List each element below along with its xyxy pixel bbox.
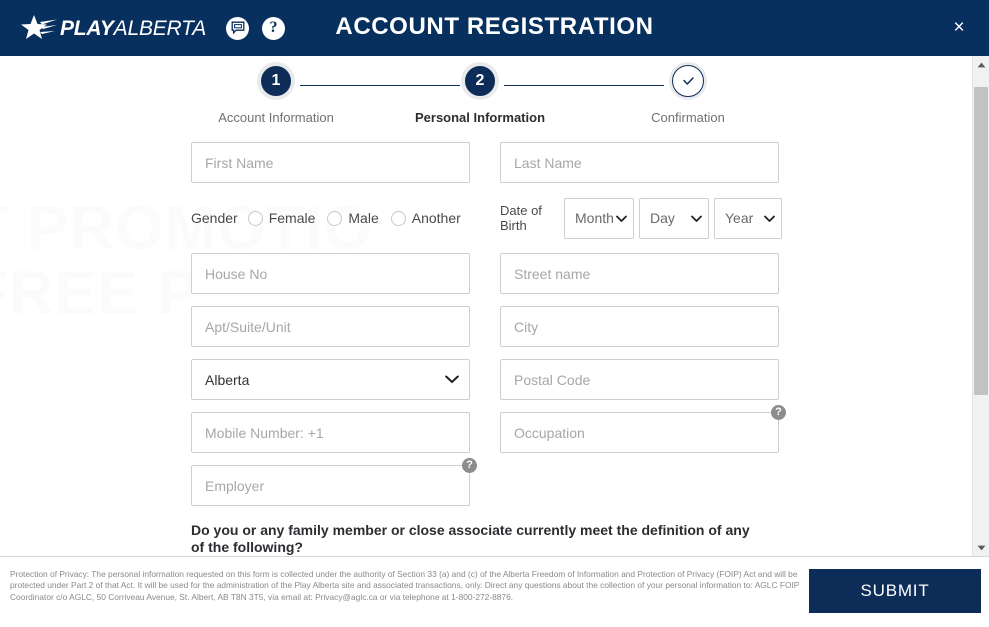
apt-city-row <box>191 306 791 347</box>
apt-suite-unit-input[interactable] <box>191 306 470 347</box>
gender-dob-row: Gender Female Male Another Date of Birth… <box>191 195 791 241</box>
modal-header: PLAYALBERTA ? ACCOUNT REGISTRATION × <box>0 0 989 56</box>
step-personal-information[interactable]: 2 Personal Information <box>400 62 560 125</box>
radio-icon <box>327 210 343 226</box>
province-postal-row: Alberta <box>191 359 791 400</box>
name-row <box>191 142 791 183</box>
chat-bubble-icon[interactable] <box>226 16 250 40</box>
brand-wordmark: PLAYALBERTA <box>60 18 206 39</box>
house-no-input[interactable] <box>191 253 470 294</box>
modal-footer: Protection of Privacy: The personal info… <box>0 556 989 627</box>
modal-body: T PROMOTIO FREE P 1 Account Information … <box>0 56 972 556</box>
first-name-input[interactable] <box>191 142 470 183</box>
step-3-label: Confirmation <box>651 110 725 125</box>
close-icon[interactable]: × <box>947 17 971 41</box>
occupation-help-icon[interactable]: ? <box>771 405 786 420</box>
radio-icon <box>390 210 406 226</box>
dob-day-select[interactable]: Day <box>639 197 709 239</box>
scroll-down-arrow-icon[interactable] <box>973 539 989 556</box>
playalberta-logo[interactable]: PLAYALBERTA <box>14 0 206 56</box>
step-1-circle: 1 <box>257 62 295 100</box>
gender-label: Gender <box>191 210 238 226</box>
vertical-scrollbar[interactable] <box>972 56 989 556</box>
step-2-number: 2 <box>475 72 485 89</box>
star-logo-icon <box>14 13 58 43</box>
step-2-label: Personal Information <box>414 110 546 125</box>
step-2-circle: 2 <box>461 62 499 100</box>
checkmark-icon <box>672 65 704 97</box>
brand-play: PLAY <box>60 16 114 40</box>
street-row <box>191 253 791 294</box>
help-icon-glyph: ? <box>269 19 278 36</box>
step-3-circle <box>669 62 707 100</box>
scrollbar-thumb[interactable] <box>974 87 988 395</box>
postal-code-input[interactable] <box>500 359 779 400</box>
province-select[interactable]: Alberta <box>191 359 470 400</box>
province-select-wrap: Alberta <box>191 359 470 400</box>
help-icon[interactable]: ? <box>262 16 286 40</box>
step-confirmation[interactable]: Confirmation <box>608 62 768 125</box>
date-of-birth-label: Date of Birth <box>500 203 542 233</box>
step-1-label: Account Information <box>218 110 334 125</box>
gender-radio-male[interactable]: Male <box>327 210 379 226</box>
gender-radio-another[interactable]: Another <box>390 210 461 226</box>
gender-option-label: Male <box>348 210 379 226</box>
privacy-notice: Protection of Privacy: The personal info… <box>10 569 800 602</box>
dob-year-value: Year <box>725 210 754 226</box>
dob-month-select[interactable]: Month <box>564 197 634 239</box>
account-registration-modal: PLAYALBERTA ? ACCOUNT REGISTRATION × T P… <box>0 0 989 627</box>
personal-information-form: Gender Female Male Another <box>191 142 791 556</box>
step-1-number: 1 <box>271 72 281 89</box>
mobile-occupation-row: ? <box>191 405 791 453</box>
gender-option-label: Another <box>411 210 461 226</box>
mobile-number-input[interactable] <box>191 412 470 453</box>
step-account-information[interactable]: 1 Account Information <box>196 62 356 125</box>
submit-button[interactable]: SUBMIT <box>809 569 981 613</box>
last-name-input[interactable] <box>500 142 779 183</box>
chevron-down-icon <box>764 210 775 226</box>
peps-question-label: Do you or any family member or close ass… <box>191 522 750 555</box>
dob-day-value: Day <box>650 210 675 226</box>
employer-row: ? <box>191 458 791 506</box>
street-name-input[interactable] <box>500 253 779 294</box>
gender-option-label: Female <box>268 210 316 226</box>
employer-input[interactable] <box>191 465 470 506</box>
chevron-down-icon <box>691 210 702 226</box>
gender-group: Gender Female Male Another <box>191 195 470 241</box>
radio-icon <box>247 210 263 226</box>
chevron-down-icon <box>616 210 627 226</box>
dob-year-select[interactable]: Year <box>714 197 782 239</box>
brand-alberta: ALBERTA <box>113 16 207 40</box>
gender-radio-female[interactable]: Female <box>247 210 316 226</box>
date-of-birth-selects: Month Day Year <box>564 197 787 239</box>
employer-help-icon[interactable]: ? <box>462 458 477 473</box>
province-value: Alberta <box>205 371 250 388</box>
occupation-input[interactable] <box>500 412 779 453</box>
date-of-birth-group: Date of Birth Month Day Year <box>500 195 782 241</box>
scroll-up-arrow-icon[interactable] <box>973 56 989 73</box>
city-input[interactable] <box>500 306 779 347</box>
dob-month-value: Month <box>575 210 614 226</box>
progress-stepper: 1 Account Information 2 Personal Informa… <box>196 62 756 132</box>
